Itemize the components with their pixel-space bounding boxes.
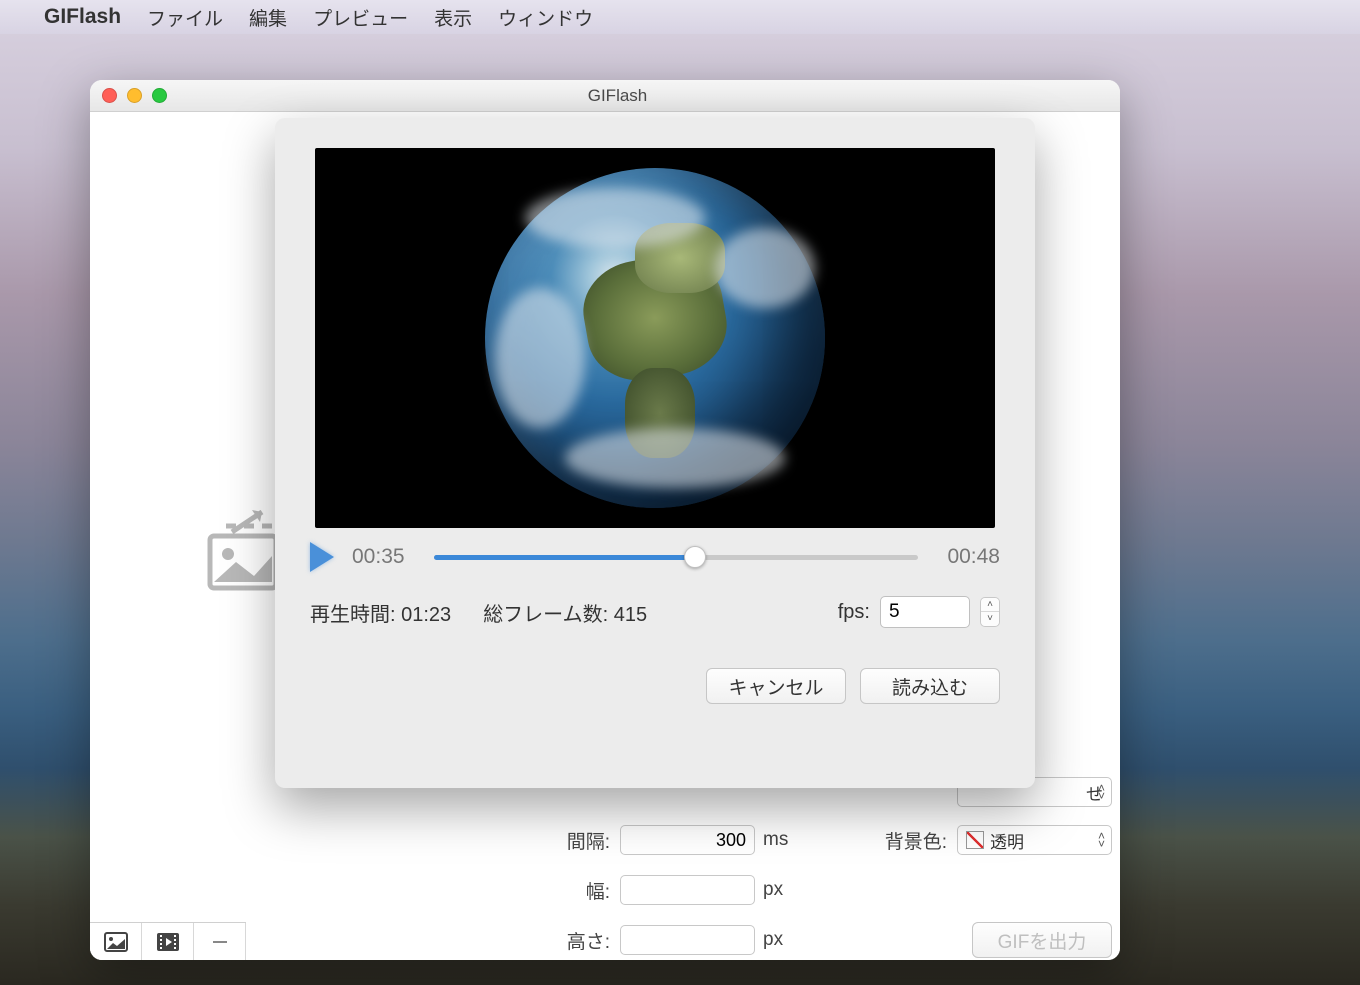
height-unit: px	[763, 929, 783, 951]
fps-stepper[interactable]: ˄ ˅	[980, 597, 1000, 627]
cancel-button[interactable]: キャンセル	[706, 668, 846, 704]
menu-edit[interactable]: 編集	[249, 4, 287, 31]
menu-view[interactable]: 表示	[434, 4, 472, 31]
width-unit: px	[763, 879, 783, 901]
fps-step-up[interactable]: ˄	[981, 598, 999, 612]
window-title: GIFlash	[177, 86, 1058, 106]
bgcolor-label: 背景色:	[885, 827, 947, 854]
menu-file[interactable]: ファイル	[147, 4, 223, 31]
bgcolor-value: 透明	[990, 828, 1024, 853]
fps-label: fps:	[838, 601, 870, 624]
width-input[interactable]	[620, 875, 755, 905]
bgcolor-select[interactable]: 透明 ˄˅	[957, 825, 1112, 855]
duration-display: 再生時間: 01:23	[310, 598, 451, 627]
mac-menubar: GIFlash ファイル 編集 プレビュー 表示 ウィンドウ	[0, 0, 1360, 34]
framecount-display: 総フレーム数: 415	[483, 598, 647, 627]
interval-unit: ms	[763, 829, 788, 851]
window-close-button[interactable]	[102, 88, 117, 103]
height-input[interactable]	[620, 925, 755, 955]
width-label: 幅:	[420, 877, 620, 904]
menu-preview[interactable]: プレビュー	[313, 4, 408, 31]
menu-window[interactable]: ウィンドウ	[498, 4, 593, 31]
app-menu[interactable]: GIFlash	[44, 5, 121, 29]
chevron-updown-icon: ˄˅	[1098, 832, 1105, 848]
remove-button[interactable]	[194, 923, 246, 960]
earth-image	[485, 168, 825, 508]
time-total: 00:48	[936, 545, 1000, 569]
seek-slider[interactable]	[434, 546, 918, 568]
info-row: 再生時間: 01:23 総フレーム数: 415 fps: ˄ ˅	[310, 596, 1000, 628]
add-image-button[interactable]	[90, 923, 142, 960]
height-label: 高さ:	[420, 927, 620, 954]
seek-thumb[interactable]	[684, 546, 706, 568]
window-zoom-button[interactable]	[152, 88, 167, 103]
chevron-updown-icon: ˄˅	[1098, 784, 1105, 800]
load-button[interactable]: 読み込む	[860, 668, 1000, 704]
video-import-sheet: 00:35 00:48 再生時間: 01:23 総フレーム数: 415 fps:…	[275, 118, 1035, 788]
interval-label: 間隔:	[420, 827, 620, 854]
transparent-swatch-icon	[966, 831, 984, 849]
add-video-button[interactable]	[142, 923, 194, 960]
play-button[interactable]	[310, 542, 334, 572]
bottom-toolbar	[90, 922, 246, 960]
interval-input[interactable]	[620, 825, 755, 855]
window-minimize-button[interactable]	[127, 88, 142, 103]
fps-step-down[interactable]: ˅	[981, 612, 999, 626]
window-titlebar[interactable]: GIFlash	[90, 80, 1120, 112]
time-current: 00:35	[352, 545, 416, 569]
fps-input[interactable]	[880, 596, 970, 628]
transport-bar: 00:35 00:48	[310, 542, 1000, 572]
export-gif-button: GIFを出力	[972, 922, 1112, 958]
video-preview	[315, 148, 995, 528]
